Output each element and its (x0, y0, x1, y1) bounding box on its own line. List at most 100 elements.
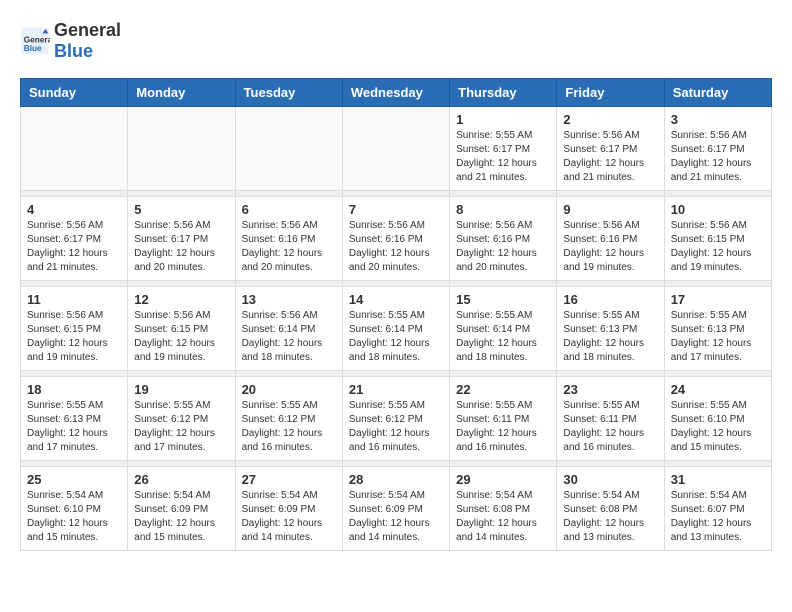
calendar-cell: 21 Sunrise: 5:55 AM Sunset: 6:12 PM Dayli… (342, 377, 449, 461)
day-number: 20 (242, 382, 336, 397)
svg-text:Blue: Blue (24, 44, 42, 53)
day-info: Sunrise: 5:54 AM Sunset: 6:07 PM Dayligh… (671, 489, 765, 545)
day-info: Sunrise: 5:54 AM Sunset: 6:08 PM Dayligh… (456, 489, 550, 545)
day-number: 22 (456, 382, 550, 397)
day-number: 31 (671, 472, 765, 487)
day-info: Sunrise: 5:55 AM Sunset: 6:10 PM Dayligh… (671, 399, 765, 455)
day-number: 25 (27, 472, 121, 487)
day-info: Sunrise: 5:55 AM Sunset: 6:17 PM Dayligh… (456, 129, 550, 185)
day-number: 27 (242, 472, 336, 487)
calendar-cell: 7 Sunrise: 5:56 AM Sunset: 6:16 PM Daylig… (342, 197, 449, 281)
calendar-cell: 8Sunrise: 5:56 AM Sunset: 6:16 PM Daylig… (450, 197, 557, 281)
calendar-cell (342, 107, 449, 191)
calendar-week-2: 4 Sunrise: 5:56 AM Sunset: 6:17 PM Daylig… (21, 197, 772, 281)
day-number: 14 (349, 292, 443, 307)
day-info: Sunrise: 5:56 AM Sunset: 6:17 PM Dayligh… (134, 219, 228, 275)
calendar-week-4: 18 Sunrise: 5:55 AM Sunset: 6:13 PM Dayli… (21, 377, 772, 461)
day-number: 5 (134, 202, 228, 217)
day-number: 30 (563, 472, 657, 487)
day-number: 11 (27, 292, 121, 307)
day-info: Sunrise: 5:55 AM Sunset: 6:14 PM Dayligh… (456, 309, 550, 365)
day-info: Sunrise: 5:56 AM Sunset: 6:15 PM Dayligh… (134, 309, 228, 365)
day-info: Sunrise: 5:55 AM Sunset: 6:14 PM Dayligh… (349, 309, 443, 365)
weekday-header-saturday: Saturday (664, 79, 771, 107)
day-number: 2 (563, 112, 657, 127)
calendar-cell: 3Sunrise: 5:56 AM Sunset: 6:17 PM Daylig… (664, 107, 771, 191)
calendar-week-5: 25 Sunrise: 5:54 AM Sunset: 6:10 PM Dayli… (21, 467, 772, 551)
day-number: 19 (134, 382, 228, 397)
calendar-cell: 31 Sunrise: 5:54 AM Sunset: 6:07 PM Dayli… (664, 467, 771, 551)
weekday-header-friday: Friday (557, 79, 664, 107)
calendar-cell: 5 Sunrise: 5:56 AM Sunset: 6:17 PM Daylig… (128, 197, 235, 281)
day-number: 21 (349, 382, 443, 397)
calendar-cell: 26 Sunrise: 5:54 AM Sunset: 6:09 PM Dayli… (128, 467, 235, 551)
day-number: 29 (456, 472, 550, 487)
day-number: 6 (242, 202, 336, 217)
calendar-cell: 28Sunrise: 5:54 AM Sunset: 6:09 PM Dayli… (342, 467, 449, 551)
day-info: Sunrise: 5:55 AM Sunset: 6:12 PM Dayligh… (134, 399, 228, 455)
weekday-header-thursday: Thursday (450, 79, 557, 107)
day-number: 18 (27, 382, 121, 397)
calendar-cell: 24 Sunrise: 5:55 AM Sunset: 6:10 PM Dayli… (664, 377, 771, 461)
calendar-cell: 12 Sunrise: 5:56 AM Sunset: 6:15 PM Dayli… (128, 287, 235, 371)
page-header: General Blue General Blue (20, 20, 772, 62)
calendar-cell: 15 Sunrise: 5:55 AM Sunset: 6:14 PM Dayli… (450, 287, 557, 371)
calendar-cell (21, 107, 128, 191)
calendar-cell: 29 Sunrise: 5:54 AM Sunset: 6:08 PM Dayli… (450, 467, 557, 551)
calendar-cell (235, 107, 342, 191)
day-number: 26 (134, 472, 228, 487)
day-info: Sunrise: 5:55 AM Sunset: 6:12 PM Dayligh… (242, 399, 336, 455)
day-number: 9 (563, 202, 657, 217)
calendar-cell: 17 Sunrise: 5:55 AM Sunset: 6:13 PM Dayli… (664, 287, 771, 371)
day-info: Sunrise: 5:56 AM Sunset: 6:17 PM Dayligh… (563, 129, 657, 185)
day-number: 1 (456, 112, 550, 127)
day-number: 16 (563, 292, 657, 307)
day-number: 10 (671, 202, 765, 217)
weekday-header-monday: Monday (128, 79, 235, 107)
day-number: 28 (349, 472, 443, 487)
day-number: 7 (349, 202, 443, 217)
day-info: Sunrise: 5:54 AM Sunset: 6:08 PM Dayligh… (563, 489, 657, 545)
day-number: 4 (27, 202, 121, 217)
day-info: Sunrise: 5:56 AM Sunset: 6:15 PM Dayligh… (27, 309, 121, 365)
calendar-cell: 25 Sunrise: 5:54 AM Sunset: 6:10 PM Dayli… (21, 467, 128, 551)
calendar-cell: 22 Sunrise: 5:55 AM Sunset: 6:11 PM Dayli… (450, 377, 557, 461)
day-number: 13 (242, 292, 336, 307)
day-info: Sunrise: 5:55 AM Sunset: 6:11 PM Dayligh… (456, 399, 550, 455)
day-info: Sunrise: 5:54 AM Sunset: 6:09 PM Dayligh… (242, 489, 336, 545)
day-info: Sunrise: 5:56 AM Sunset: 6:14 PM Dayligh… (242, 309, 336, 365)
calendar-cell: 2 Sunrise: 5:56 AM Sunset: 6:17 PM Daylig… (557, 107, 664, 191)
calendar-table: SundayMondayTuesdayWednesdayThursdayFrid… (20, 78, 772, 551)
calendar-week-1: 1 Sunrise: 5:55 AM Sunset: 6:17 PM Daylig… (21, 107, 772, 191)
weekday-header-wednesday: Wednesday (342, 79, 449, 107)
calendar-cell: 20 Sunrise: 5:55 AM Sunset: 6:12 PM Dayli… (235, 377, 342, 461)
weekday-header-tuesday: Tuesday (235, 79, 342, 107)
day-info: Sunrise: 5:56 AM Sunset: 6:16 PM Dayligh… (349, 219, 443, 275)
day-info: Sunrise: 5:56 AM Sunset: 6:16 PM Dayligh… (563, 219, 657, 275)
calendar-week-3: 11 Sunrise: 5:56 AM Sunset: 6:15 PM Dayli… (21, 287, 772, 371)
day-info: Sunrise: 5:55 AM Sunset: 6:13 PM Dayligh… (563, 309, 657, 365)
calendar-cell: 9 Sunrise: 5:56 AM Sunset: 6:16 PM Daylig… (557, 197, 664, 281)
day-info: Sunrise: 5:54 AM Sunset: 6:09 PM Dayligh… (134, 489, 228, 545)
calendar-cell: 19 Sunrise: 5:55 AM Sunset: 6:12 PM Dayli… (128, 377, 235, 461)
calendar-cell (128, 107, 235, 191)
day-number: 12 (134, 292, 228, 307)
weekday-header-row: SundayMondayTuesdayWednesdayThursdayFrid… (21, 79, 772, 107)
calendar-cell: 18 Sunrise: 5:55 AM Sunset: 6:13 PM Dayli… (21, 377, 128, 461)
day-info: Sunrise: 5:55 AM Sunset: 6:13 PM Dayligh… (27, 399, 121, 455)
day-number: 24 (671, 382, 765, 397)
day-info: Sunrise: 5:55 AM Sunset: 6:11 PM Dayligh… (563, 399, 657, 455)
day-number: 3 (671, 112, 765, 127)
calendar-cell: 1 Sunrise: 5:55 AM Sunset: 6:17 PM Daylig… (450, 107, 557, 191)
day-info: Sunrise: 5:55 AM Sunset: 6:13 PM Dayligh… (671, 309, 765, 365)
day-info: Sunrise: 5:54 AM Sunset: 6:10 PM Dayligh… (27, 489, 121, 545)
day-info: Sunrise: 5:56 AM Sunset: 6:15 PM Dayligh… (671, 219, 765, 275)
calendar-cell: 16 Sunrise: 5:55 AM Sunset: 6:13 PM Dayli… (557, 287, 664, 371)
logo-blue: Blue (54, 41, 93, 61)
day-number: 17 (671, 292, 765, 307)
calendar-cell: 10 Sunrise: 5:56 AM Sunset: 6:15 PM Dayli… (664, 197, 771, 281)
day-number: 15 (456, 292, 550, 307)
calendar-cell: 4Sunrise: 5:56 AM Sunset: 6:17 PM Daylig… (21, 197, 128, 281)
day-number: 23 (563, 382, 657, 397)
day-info: Sunrise: 5:55 AM Sunset: 6:12 PM Dayligh… (349, 399, 443, 455)
